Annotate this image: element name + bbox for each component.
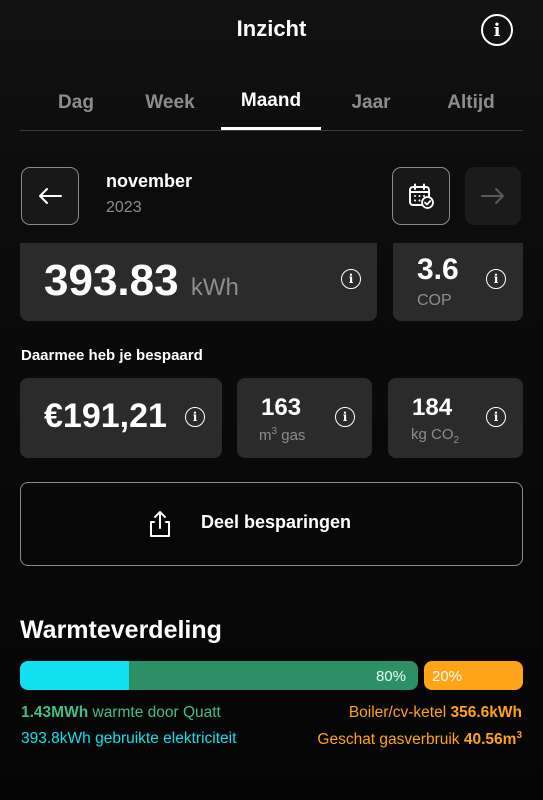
gas-saved-card: 163 m3 gas i	[237, 378, 372, 458]
tab-altijd[interactable]: Altijd	[421, 92, 521, 114]
tab-week[interactable]: Week	[120, 92, 220, 114]
cop-card: 3.6 COP i	[393, 243, 523, 321]
quatt-heat-bar: 80%	[20, 661, 418, 690]
info-icon[interactable]: i	[335, 407, 355, 427]
energy-value: 393.83	[44, 256, 179, 305]
share-icon	[150, 511, 170, 537]
period-tabs: Dag Week Maand Jaar Altijd	[20, 86, 523, 131]
boiler-heat-bar: 20%	[424, 661, 523, 690]
calendar-button[interactable]	[392, 167, 450, 225]
co2-saved-value: 184	[412, 394, 453, 421]
tab-dag[interactable]: Dag	[26, 92, 126, 114]
info-icon[interactable]: i	[341, 269, 361, 289]
info-icon[interactable]: i	[185, 407, 205, 427]
info-icon[interactable]: i	[486, 407, 506, 427]
quatt-percentage: 80%	[375, 668, 406, 685]
legend-gas-estimate: Geschat gasverbruik 40.56m3	[317, 730, 522, 749]
boiler-percentage: 20%	[432, 668, 463, 685]
share-savings-label: Deel besparingen	[201, 512, 352, 532]
savings-heading: Daarmee heb je bespaard	[21, 347, 203, 364]
legend-quatt-heat: 1.43MWh warmte door Quatt	[21, 704, 221, 721]
next-period-button[interactable]	[465, 167, 521, 225]
tab-maand[interactable]: Maand	[221, 90, 321, 112]
co2-saved-card: 184 kg CO2 i	[388, 378, 523, 458]
arrow-right-icon	[481, 188, 504, 204]
period-month: november	[106, 171, 193, 191]
previous-period-button[interactable]	[21, 167, 79, 225]
legend-electricity: 393.8kWh gebruikte elektriciteit	[21, 730, 237, 747]
energy-unit: kWh	[190, 274, 239, 301]
page-title: Inzicht	[236, 16, 307, 41]
arrow-left-icon	[39, 188, 62, 204]
money-saved-card: €191,21 i	[20, 378, 222, 458]
distribution-title: Warmteverdeling	[20, 616, 222, 644]
active-tab-indicator	[221, 127, 321, 130]
electricity-bar-segment	[20, 661, 130, 690]
legend-boiler: Boiler/cv-ketel 356.6kWh	[348, 704, 522, 721]
share-savings-button[interactable]: Deel besparingen	[20, 482, 523, 566]
gas-saved-unit: m3 gas	[259, 426, 306, 444]
cop-label: COP	[417, 292, 452, 309]
period-year: 2023	[106, 199, 142, 216]
gas-saved-value: 163	[261, 394, 302, 421]
cop-value: 3.6	[417, 253, 459, 286]
money-saved-value: €191,21	[44, 397, 167, 435]
calendar-check-icon	[409, 183, 434, 209]
tab-jaar[interactable]: Jaar	[321, 92, 421, 114]
energy-card: 393.83 kWh i	[20, 243, 377, 321]
header: Inzicht i	[0, 0, 543, 60]
info-icon[interactable]: i	[481, 14, 513, 46]
co2-saved-unit: kg CO2	[411, 426, 460, 446]
info-icon[interactable]: i	[486, 269, 506, 289]
